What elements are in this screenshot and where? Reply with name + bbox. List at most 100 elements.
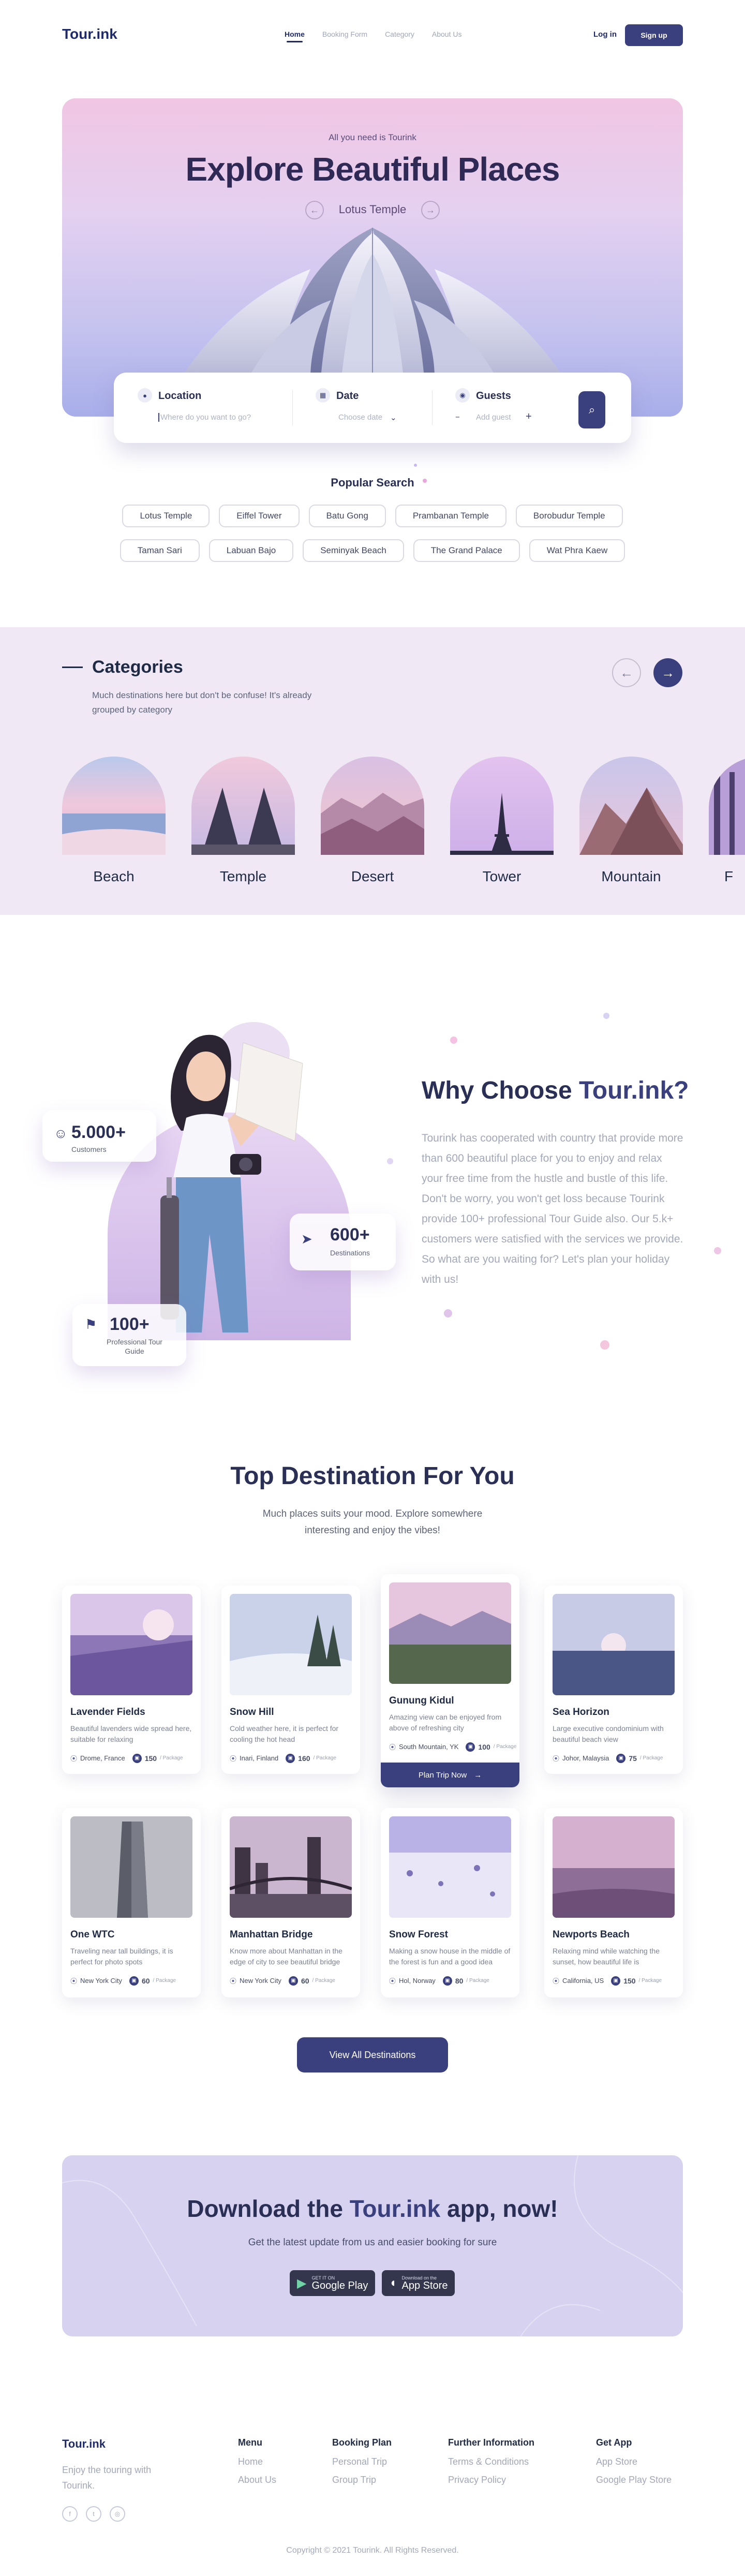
footer-heading: Booking Plan xyxy=(332,2437,392,2448)
category-card-mountain[interactable]: Mountain xyxy=(579,757,683,885)
view-all-destinations-button[interactable]: View All Destinations xyxy=(297,2037,448,2072)
categories-description: Much destinations here but don't be conf… xyxy=(92,690,312,715)
destination-card[interactable]: Snow Forest Making a snow house in the m… xyxy=(381,1808,519,1997)
footer-link[interactable]: About Us xyxy=(238,2475,276,2485)
stat-caption: Professional Tour Guide xyxy=(107,1338,162,1355)
package-suffix: / Package xyxy=(153,1978,176,1983)
destination-card-featured[interactable]: Gunung Kidul Amazing view can be enjoyed… xyxy=(381,1574,519,1787)
category-card-next[interactable]: F xyxy=(709,757,745,885)
instagram-icon[interactable]: ◎ xyxy=(110,2506,125,2522)
footer-link[interactable]: Group Trip xyxy=(332,2475,392,2485)
snow-forest-image xyxy=(389,1816,511,1918)
hero-tagline: All you need is Tourink xyxy=(329,132,416,142)
popular-chip[interactable]: Borobudur Temple xyxy=(515,505,623,527)
apple-icon: ◖ xyxy=(389,2276,397,2290)
footer-link[interactable]: Privacy Policy xyxy=(448,2475,534,2485)
package-icon: ▣ xyxy=(132,1753,142,1763)
category-card-beach[interactable]: Beach xyxy=(62,757,166,885)
signup-button[interactable]: Sign up xyxy=(625,24,683,46)
popular-chip[interactable]: Wat Phra Kaew xyxy=(529,539,625,562)
lavender-fields-image xyxy=(70,1594,192,1695)
decrease-guest-button[interactable]: − xyxy=(455,413,460,422)
destination-package-count: 160 xyxy=(298,1754,310,1763)
chevron-down-icon[interactable]: ⌄ xyxy=(390,413,397,422)
search-button[interactable]: ⌕ xyxy=(578,391,605,428)
popular-chip[interactable]: Batu Gong xyxy=(308,505,386,527)
destination-card[interactable]: Newports Beach Relaxing mind while watch… xyxy=(544,1808,683,1997)
hero-carousel-nav: ← Lotus Temple → xyxy=(305,200,440,220)
popular-chip[interactable]: Seminyak Beach xyxy=(303,539,404,562)
footer-link[interactable]: Google Play Store xyxy=(596,2475,672,2485)
destination-card[interactable]: One WTC Traveling near tall buildings, i… xyxy=(62,1808,201,1997)
decor-dot xyxy=(600,1340,609,1350)
hero-prev-button[interactable]: ← xyxy=(305,201,324,219)
popular-chip[interactable]: Lotus Temple xyxy=(122,505,210,527)
destination-card[interactable]: Sea Horizon Large executive condominium … xyxy=(544,1586,683,1774)
plan-trip-label: Plan Trip Now xyxy=(418,1770,467,1780)
destination-name: Manhattan Bridge xyxy=(230,1929,313,1940)
search-icon: ⌕ xyxy=(588,403,595,416)
footer-heading: Menu xyxy=(238,2437,262,2448)
stat-number: 100+ xyxy=(110,1314,150,1334)
twitter-icon[interactable]: t xyxy=(86,2506,101,2522)
hero-title: Explore Beautiful Places xyxy=(185,151,560,188)
location-pin-icon: ⦿ xyxy=(230,1977,237,1985)
package-suffix: / Package xyxy=(312,1978,335,1983)
footer-link[interactable]: Personal Trip xyxy=(332,2456,392,2467)
category-card-desert[interactable]: Desert xyxy=(321,757,424,885)
decor-dot xyxy=(603,1013,609,1019)
category-card-tower[interactable]: Tower xyxy=(450,757,554,885)
popular-chip[interactable]: The Grand Palace xyxy=(413,539,520,562)
popular-chip[interactable]: Eiffel Tower xyxy=(219,505,300,527)
package-suffix: / Package xyxy=(466,1978,489,1983)
footer-col-info: Further Information Terms & Conditions P… xyxy=(448,2437,534,2493)
date-select[interactable]: Choose date xyxy=(338,413,382,422)
location-pin-icon: ⦿ xyxy=(389,1743,396,1751)
category-name: Mountain xyxy=(601,868,661,884)
location-input[interactable]: Where do you want to go? xyxy=(158,413,251,422)
destination-name: Newports Beach xyxy=(553,1929,630,1940)
package-icon: ▣ xyxy=(611,1976,621,1986)
categories-prev-button[interactable]: ← xyxy=(612,658,641,687)
increase-guest-button[interactable]: + xyxy=(526,411,532,423)
tower-image xyxy=(450,757,554,855)
popular-row-2: Taman Sari Labuan Bajo Seminyak Beach Th… xyxy=(101,539,644,562)
footer-link[interactable]: App Store xyxy=(596,2456,672,2467)
footer-logo[interactable]: Tour.ink xyxy=(62,2437,106,2451)
top-destination-subtitle: Much places suits your mood. Explore som… xyxy=(262,1508,483,1536)
footer-link[interactable]: Home xyxy=(238,2456,276,2467)
plan-trip-button[interactable]: Plan Trip Now → xyxy=(381,1763,519,1787)
destination-card[interactable]: Snow Hill Cold weather here, it is perfe… xyxy=(221,1586,360,1774)
google-play-button[interactable]: ▶ GET IT ON Google Play xyxy=(290,2270,376,2296)
nav-links: Home Booking Form Category About Us xyxy=(285,30,462,42)
popular-chip[interactable]: Prambanan Temple xyxy=(395,505,506,527)
destination-meta: ⦿ Johor, Malaysia ▣ 75/ Package xyxy=(553,1753,663,1763)
title-dash xyxy=(62,667,83,668)
nav-link-home[interactable]: Home xyxy=(285,30,305,42)
destination-name: One WTC xyxy=(70,1929,115,1940)
footer-link[interactable]: Terms & Conditions xyxy=(448,2456,534,2467)
stat-caption: Destinations xyxy=(330,1249,370,1257)
category-image xyxy=(709,757,745,855)
categories-title: Categories xyxy=(92,657,183,677)
categories-next-button[interactable]: → xyxy=(653,658,682,687)
app-store-button[interactable]: ◖ Download on the App Store xyxy=(382,2270,455,2296)
popular-row-1: Lotus Temple Eiffel Tower Batu Gong Pram… xyxy=(101,505,644,527)
nav-link-category[interactable]: Category xyxy=(385,30,414,38)
login-link[interactable]: Log in xyxy=(593,30,617,39)
facebook-icon[interactable]: f xyxy=(62,2506,78,2522)
nav-link-booking[interactable]: Booking Form xyxy=(322,30,367,38)
popular-chip[interactable]: Labuan Bajo xyxy=(208,539,294,562)
category-card-temple[interactable]: Temple xyxy=(191,757,295,885)
destination-card[interactable]: Manhattan Bridge Know more about Manhatt… xyxy=(221,1808,360,1997)
hero-next-button[interactable]: → xyxy=(421,201,440,219)
destination-card[interactable]: Lavender Fields Beautiful lavenders wide… xyxy=(62,1586,201,1774)
decor-dot xyxy=(444,1309,452,1317)
logo[interactable]: Tour.ink xyxy=(62,26,117,42)
category-name: Tower xyxy=(482,868,522,884)
categories-section: Categories Much destinations here but do… xyxy=(0,627,745,915)
nav-link-about[interactable]: About Us xyxy=(432,30,462,38)
footer-tagline: Enjoy the touring with Tourink. xyxy=(62,2465,152,2491)
popular-chip[interactable]: Taman Sari xyxy=(120,539,200,562)
destination-location: Johor, Malaysia xyxy=(562,1754,609,1762)
